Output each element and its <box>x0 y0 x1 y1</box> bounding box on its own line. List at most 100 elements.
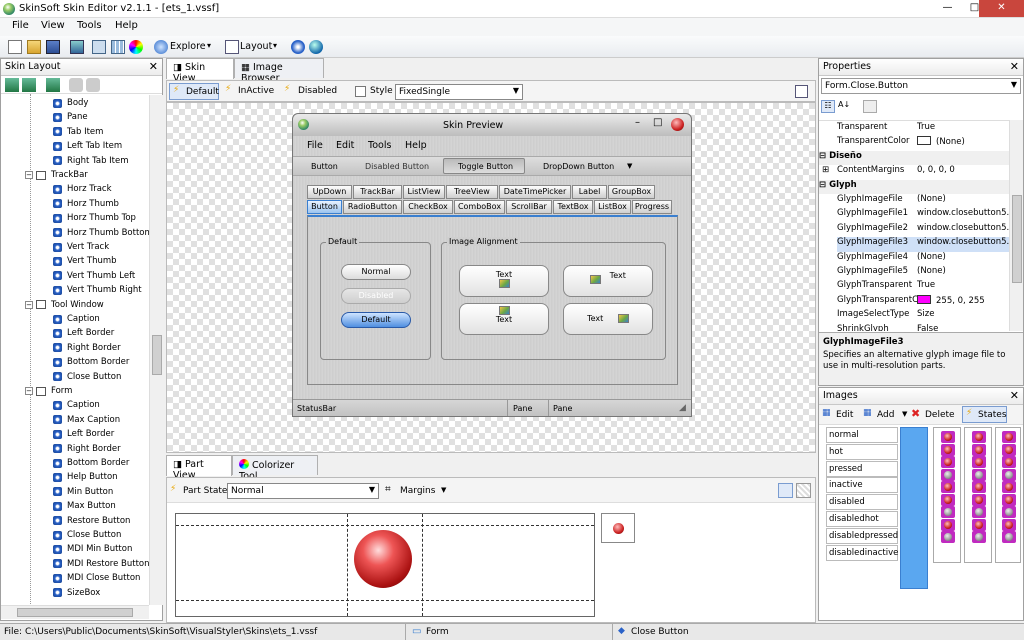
tree-item-max-button[interactable]: Max Button <box>53 499 116 513</box>
tree-item-right-tab-item[interactable]: Right Tab Item <box>53 154 129 168</box>
preview-menu-tools[interactable]: Tools <box>368 140 391 151</box>
chevron-down-icon[interactable]: ▼ <box>902 410 907 418</box>
collapse-icon[interactable]: ⊟ <box>819 151 829 161</box>
preview-icon[interactable] <box>92 40 106 54</box>
tab-part-view[interactable]: ◨ Part View <box>166 455 232 481</box>
preview-dropdown-button[interactable]: DropDown Button <box>543 162 614 171</box>
property-scrollbar[interactable] <box>1009 120 1023 331</box>
property-row[interactable]: GlyphImageFile2 window.closebutton5. <box>837 223 1023 238</box>
close-panel-icon[interactable]: ✕ <box>1010 389 1019 402</box>
preview-tab-progress[interactable]: Progress <box>632 200 672 214</box>
property-row[interactable]: ⊞ ContentMargins 0, 0, 0, 0 <box>822 165 1023 180</box>
collapse-icon[interactable]: − <box>25 387 33 395</box>
tree-item-vert-thumb-left[interactable]: Vert Thumb Left <box>53 269 135 283</box>
close-button[interactable]: ✕ <box>979 0 1024 17</box>
style-select[interactable]: FixedSingle ▼ <box>395 84 523 100</box>
default-button[interactable]: Default <box>341 312 411 328</box>
tree-item-right-border[interactable]: Right Border <box>53 341 121 355</box>
actual-size-icon[interactable] <box>778 483 793 498</box>
new-file-icon[interactable] <box>8 40 22 54</box>
preview-minimize-button[interactable]: – <box>635 117 640 128</box>
state-default-button[interactable]: ⚡ Default <box>169 83 219 100</box>
tree-item-vert-thumb[interactable]: Vert Thumb <box>53 254 117 268</box>
collapse-icon[interactable]: − <box>25 300 33 309</box>
tree-item-sizebox[interactable]: SizeBox <box>53 586 100 600</box>
image-left-button[interactable]: Text <box>563 265 653 297</box>
size-grip-icon[interactable]: ◢ <box>679 403 686 413</box>
tree-group-form[interactable]: − Form <box>25 384 72 398</box>
property-row[interactable]: ImageSelectType Size <box>837 309 1023 324</box>
tree-group-tool-window[interactable]: − Tool Window <box>25 298 104 312</box>
web-icon[interactable] <box>309 40 323 54</box>
tree-item-left-border[interactable]: Left Border <box>53 427 114 441</box>
property-pages-icon[interactable] <box>863 100 877 113</box>
property-row[interactable]: GlyphImageFile3 window.closebutton5. <box>837 237 1023 252</box>
preview-tab-checkbox[interactable]: CheckBox <box>403 200 453 214</box>
tree-vertical-scrollbar[interactable] <box>149 95 163 605</box>
minimize-button[interactable]: — <box>934 0 961 17</box>
preview-tab-combobox[interactable]: ComboBox <box>454 200 505 214</box>
property-row[interactable]: GlyphImageFile (None) <box>837 194 1023 209</box>
margins-button[interactable]: Margins <box>400 486 435 496</box>
image-state-normal[interactable]: normal <box>826 427 898 443</box>
preview-button[interactable]: Button <box>311 162 338 171</box>
tree-item-restore-button[interactable]: Restore Button <box>53 514 130 528</box>
close-panel-icon[interactable]: ✕ <box>149 60 158 73</box>
image-state-disabledpressed[interactable]: disabledpressed <box>826 527 898 544</box>
explore-icon[interactable] <box>154 40 168 54</box>
image-bottom-button[interactable]: Text <box>459 303 549 335</box>
preview-tab-updown[interactable]: UpDown <box>307 185 352 199</box>
tree-item-mdi-close-button[interactable]: MDI Close Button <box>53 571 140 585</box>
preview-menu-edit[interactable]: Edit <box>336 140 354 151</box>
help-icon[interactable] <box>291 40 305 54</box>
tree-item-caption[interactable]: Caption <box>53 398 100 412</box>
preview-tab-button[interactable]: Button <box>307 200 342 214</box>
tree-item-tab-item[interactable]: Tab Item <box>53 125 103 139</box>
delete-button[interactable]: Delete <box>925 410 955 420</box>
property-row[interactable]: TransparentColor (None) <box>837 136 1023 151</box>
selected-image-strip[interactable] <box>900 427 928 589</box>
tree-item-vert-thumb-right[interactable]: Vert Thumb Right <box>53 283 142 297</box>
preview-tab-trackbar[interactable]: TrackBar <box>353 185 402 199</box>
tree-item-mdi-restore-button[interactable]: MDI Restore Button <box>53 557 150 571</box>
preview-close-button[interactable] <box>671 118 684 131</box>
image-state-pressed[interactable]: pressed <box>826 460 898 477</box>
tree-item-mdi-min-button[interactable]: MDI Min Button <box>53 542 132 556</box>
collapse-icon[interactable]: − <box>25 171 33 179</box>
preview-tab-groupbox[interactable]: GroupBox <box>608 185 655 199</box>
tree-group-trackbar[interactable]: − TrackBar <box>25 168 88 182</box>
skin-settings-icon[interactable] <box>70 40 84 54</box>
add-part-icon[interactable] <box>46 78 60 92</box>
property-category-dise-o[interactable]: ⊟ Diseño <box>819 150 1009 166</box>
preview-tab-treeview[interactable]: TreeView <box>446 185 498 199</box>
tree-item-max-caption[interactable]: Max Caption <box>53 413 120 427</box>
sort-alpha-icon[interactable]: A↓ <box>838 100 852 113</box>
categorized-icon[interactable]: ☷ <box>821 100 835 113</box>
layout-icon[interactable] <box>225 40 239 54</box>
color-wheel-icon[interactable] <box>129 40 143 54</box>
property-row[interactable]: GlyphTransparent True <box>837 280 1023 295</box>
expand-all-icon[interactable] <box>5 78 19 92</box>
unlock-icon[interactable] <box>86 78 100 92</box>
tree-item-caption[interactable]: Caption <box>53 312 100 326</box>
image-state-disabledhot[interactable]: disabledhot <box>826 511 898 527</box>
margin-guide-left[interactable] <box>347 514 348 616</box>
add-button[interactable]: Add <box>877 410 894 420</box>
fit-view-icon[interactable] <box>795 85 808 98</box>
image-state-hot[interactable]: hot <box>826 443 898 460</box>
tree-horizontal-scrollbar[interactable] <box>1 605 149 619</box>
property-row[interactable]: GlyphImageFile4 (None) <box>837 252 1023 267</box>
preview-tab-label[interactable]: Label <box>572 185 607 199</box>
tree-item-vert-track[interactable]: Vert Track <box>53 240 109 254</box>
tree-item-horz-thumb[interactable]: Horz Thumb <box>53 197 119 211</box>
preview-tab-listbox[interactable]: ListBox <box>594 200 631 214</box>
tree-item-left-border[interactable]: Left Border <box>53 326 114 340</box>
tree-item-right-border[interactable]: Right Border <box>53 442 121 456</box>
explore-button[interactable]: Explore <box>170 41 206 52</box>
tree-item-body[interactable]: Body <box>53 96 88 110</box>
property-row[interactable]: GlyphTransparentC 255, 0, 255 <box>837 294 1023 310</box>
margin-guide-bottom[interactable] <box>176 600 594 601</box>
preview-tab-listview[interactable]: ListView <box>403 185 445 199</box>
property-scroll-thumb[interactable] <box>1012 195 1022 283</box>
preview-toggle-button[interactable]: Toggle Button <box>443 158 525 174</box>
